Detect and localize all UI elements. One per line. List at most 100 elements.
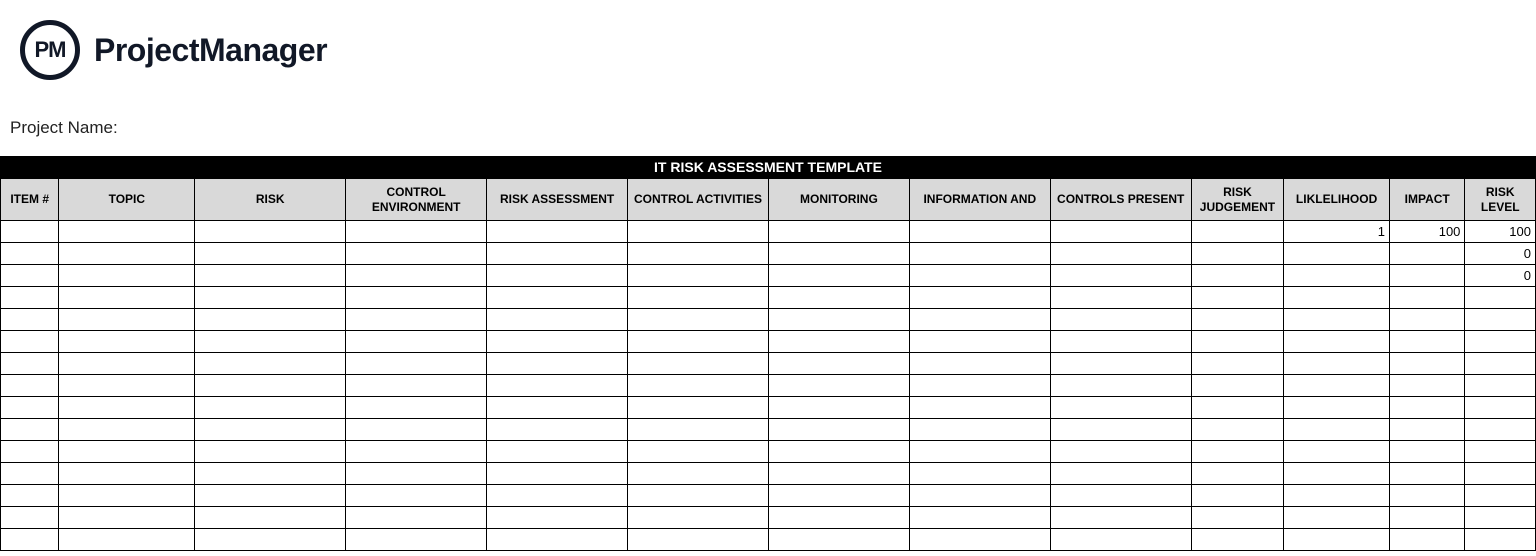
cell-impact[interactable] <box>1389 309 1464 331</box>
cell-item[interactable] <box>1 353 59 375</box>
cell-risk_assess[interactable] <box>487 463 628 485</box>
cell-monitoring[interactable] <box>768 353 909 375</box>
cell-ctrl_env[interactable] <box>346 419 487 441</box>
cell-ctrl_act[interactable] <box>628 485 769 507</box>
cell-monitoring[interactable] <box>768 485 909 507</box>
cell-item[interactable] <box>1 485 59 507</box>
cell-risk_level[interactable] <box>1465 463 1536 485</box>
cell-topic[interactable] <box>59 419 195 441</box>
cell-ctrl_act[interactable] <box>628 265 769 287</box>
cell-info[interactable] <box>909 287 1050 309</box>
cell-likelihood[interactable] <box>1284 287 1390 309</box>
cell-likelihood[interactable] <box>1284 419 1390 441</box>
cell-topic[interactable] <box>59 441 195 463</box>
cell-risk[interactable] <box>195 485 346 507</box>
cell-likelihood[interactable] <box>1284 529 1390 551</box>
cell-ctrl_act[interactable] <box>628 221 769 243</box>
cell-impact[interactable] <box>1389 485 1464 507</box>
cell-ctrl_env[interactable] <box>346 353 487 375</box>
cell-info[interactable] <box>909 419 1050 441</box>
cell-ctrls_present[interactable] <box>1050 287 1191 309</box>
cell-item[interactable] <box>1 507 59 529</box>
cell-risk[interactable] <box>195 507 346 529</box>
cell-info[interactable] <box>909 243 1050 265</box>
cell-ctrl_env[interactable] <box>346 375 487 397</box>
cell-item[interactable] <box>1 221 59 243</box>
cell-impact[interactable] <box>1389 441 1464 463</box>
cell-likelihood[interactable] <box>1284 375 1390 397</box>
cell-ctrls_present[interactable] <box>1050 331 1191 353</box>
cell-risk_judge[interactable] <box>1191 463 1284 485</box>
cell-monitoring[interactable] <box>768 243 909 265</box>
cell-risk_assess[interactable] <box>487 265 628 287</box>
cell-risk_judge[interactable] <box>1191 265 1284 287</box>
cell-risk_judge[interactable] <box>1191 441 1284 463</box>
cell-risk[interactable] <box>195 353 346 375</box>
cell-ctrl_env[interactable] <box>346 397 487 419</box>
cell-risk_assess[interactable] <box>487 309 628 331</box>
cell-ctrl_act[interactable] <box>628 375 769 397</box>
cell-topic[interactable] <box>59 287 195 309</box>
cell-item[interactable] <box>1 463 59 485</box>
cell-risk_level[interactable] <box>1465 419 1536 441</box>
cell-risk[interactable] <box>195 375 346 397</box>
cell-impact[interactable] <box>1389 507 1464 529</box>
cell-risk_judge[interactable] <box>1191 507 1284 529</box>
cell-risk[interactable] <box>195 529 346 551</box>
cell-impact[interactable] <box>1389 265 1464 287</box>
cell-monitoring[interactable] <box>768 397 909 419</box>
cell-topic[interactable] <box>59 463 195 485</box>
cell-risk_assess[interactable] <box>487 243 628 265</box>
cell-ctrl_env[interactable] <box>346 287 487 309</box>
cell-risk_judge[interactable] <box>1191 287 1284 309</box>
cell-ctrls_present[interactable] <box>1050 441 1191 463</box>
cell-ctrl_act[interactable] <box>628 463 769 485</box>
cell-item[interactable] <box>1 287 59 309</box>
cell-impact[interactable] <box>1389 529 1464 551</box>
cell-risk_assess[interactable] <box>487 375 628 397</box>
cell-risk_assess[interactable] <box>487 485 628 507</box>
cell-risk_assess[interactable] <box>487 419 628 441</box>
cell-risk_assess[interactable] <box>487 221 628 243</box>
cell-risk_assess[interactable] <box>487 507 628 529</box>
cell-likelihood[interactable] <box>1284 353 1390 375</box>
cell-risk_assess[interactable] <box>487 353 628 375</box>
cell-ctrls_present[interactable] <box>1050 309 1191 331</box>
cell-risk_level[interactable] <box>1465 353 1536 375</box>
cell-risk_level[interactable]: 0 <box>1465 243 1536 265</box>
cell-info[interactable] <box>909 463 1050 485</box>
cell-monitoring[interactable] <box>768 529 909 551</box>
cell-item[interactable] <box>1 309 59 331</box>
cell-info[interactable] <box>909 353 1050 375</box>
cell-topic[interactable] <box>59 221 195 243</box>
cell-risk_judge[interactable] <box>1191 375 1284 397</box>
cell-info[interactable] <box>909 507 1050 529</box>
cell-risk_judge[interactable] <box>1191 331 1284 353</box>
cell-impact[interactable] <box>1389 463 1464 485</box>
cell-ctrls_present[interactable] <box>1050 375 1191 397</box>
cell-risk[interactable] <box>195 265 346 287</box>
cell-risk[interactable] <box>195 331 346 353</box>
cell-risk[interactable] <box>195 419 346 441</box>
cell-topic[interactable] <box>59 353 195 375</box>
cell-risk_assess[interactable] <box>487 529 628 551</box>
cell-likelihood[interactable] <box>1284 485 1390 507</box>
cell-ctrl_act[interactable] <box>628 507 769 529</box>
cell-monitoring[interactable] <box>768 375 909 397</box>
cell-risk[interactable] <box>195 397 346 419</box>
cell-ctrl_act[interactable] <box>628 529 769 551</box>
cell-topic[interactable] <box>59 397 195 419</box>
cell-risk_level[interactable] <box>1465 375 1536 397</box>
cell-impact[interactable] <box>1389 397 1464 419</box>
cell-risk[interactable] <box>195 441 346 463</box>
cell-impact[interactable] <box>1389 375 1464 397</box>
cell-likelihood[interactable] <box>1284 441 1390 463</box>
cell-topic[interactable] <box>59 265 195 287</box>
cell-ctrl_act[interactable] <box>628 419 769 441</box>
cell-likelihood[interactable] <box>1284 265 1390 287</box>
cell-likelihood[interactable] <box>1284 463 1390 485</box>
cell-ctrl_act[interactable] <box>628 441 769 463</box>
cell-impact[interactable] <box>1389 419 1464 441</box>
cell-risk_judge[interactable] <box>1191 529 1284 551</box>
cell-ctrls_present[interactable] <box>1050 507 1191 529</box>
